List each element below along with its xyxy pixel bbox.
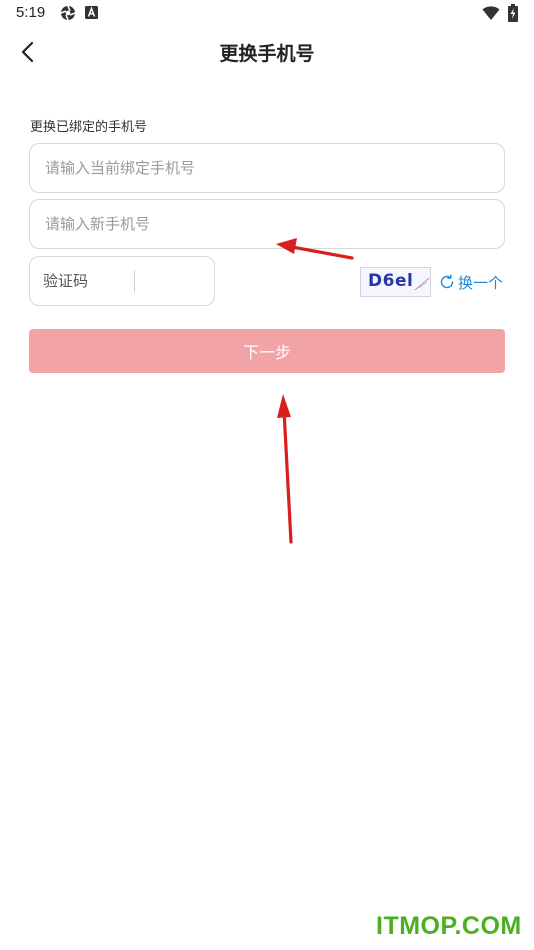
nav-bar: 更换手机号 xyxy=(0,28,534,74)
current-phone-field xyxy=(29,143,505,193)
captcha-noise-lines xyxy=(414,277,430,291)
captcha-input[interactable] xyxy=(30,257,214,305)
captcha-image[interactable]: D6el xyxy=(360,267,431,297)
watermark: ITMOP.COM xyxy=(376,912,522,940)
page-title: 更换手机号 xyxy=(219,43,315,65)
captcha-field xyxy=(29,256,215,306)
status-time: 5:19 xyxy=(16,4,46,21)
arrow-to-next-button xyxy=(277,394,293,544)
refresh-icon xyxy=(440,274,454,289)
new-phone-input[interactable] xyxy=(30,200,504,248)
refresh-label: 换一个 xyxy=(458,273,504,292)
battery-charging-icon xyxy=(508,4,518,22)
status-bar: 5:19 xyxy=(0,0,534,28)
current-phone-input[interactable] xyxy=(30,144,504,192)
new-phone-field xyxy=(29,199,505,249)
app-icon xyxy=(60,5,76,21)
section-label: 更换已绑定的手机号 xyxy=(30,120,148,135)
a-box-icon xyxy=(85,6,98,19)
next-step-button[interactable]: 下一步 xyxy=(29,329,505,373)
refresh-captcha-link[interactable]: 换一个 xyxy=(439,272,503,292)
wifi-icon xyxy=(482,6,500,20)
text-cursor xyxy=(134,270,135,292)
